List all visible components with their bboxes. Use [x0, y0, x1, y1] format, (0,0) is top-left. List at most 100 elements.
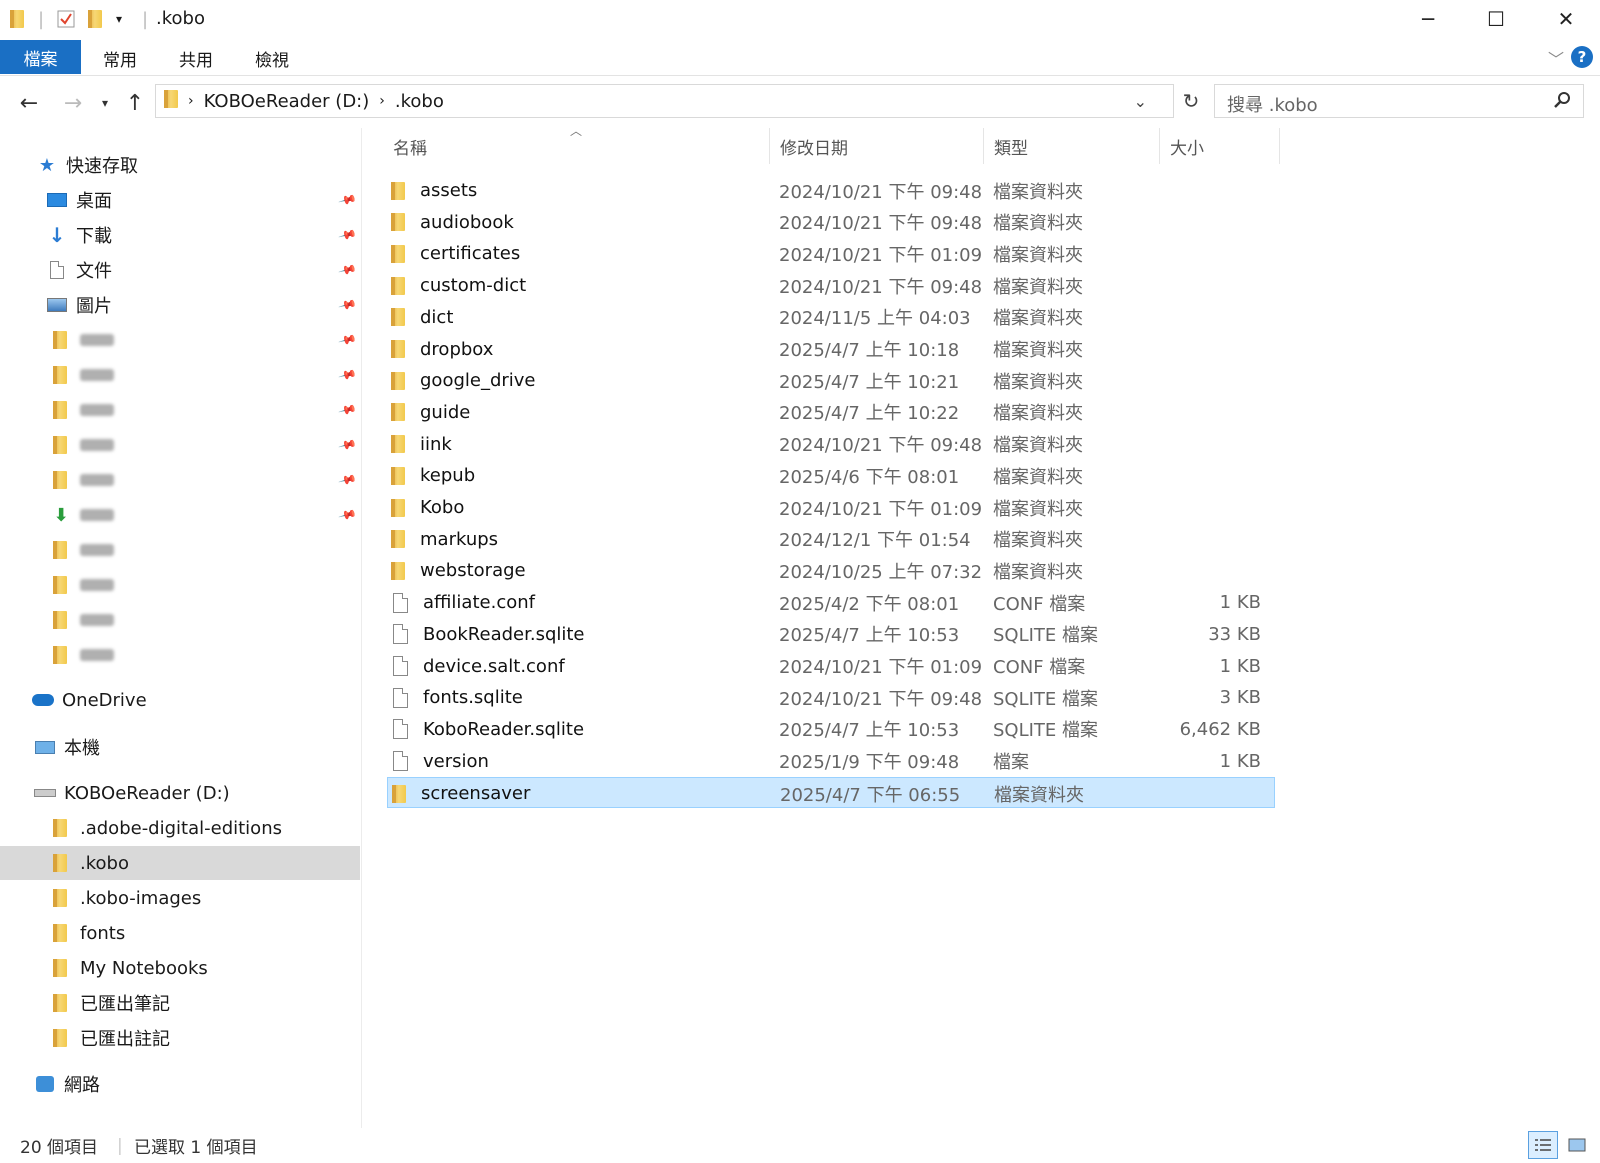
- file-row[interactable]: audiobook 2024/10/21 下午 09:48 檔案資料夾: [387, 207, 1275, 238]
- tab-file[interactable]: 檔案: [0, 40, 81, 74]
- nav-pinned-documents[interactable]: 文件 📌: [0, 253, 360, 287]
- tab-home[interactable]: 常用: [90, 41, 150, 75]
- file-row[interactable]: version 2025/1/9 下午 09:48 檔案 1 KB: [387, 746, 1275, 777]
- nav-quick-access[interactable]: ★ 快速存取: [0, 148, 360, 182]
- search-input[interactable]: 搜尋 .kobo: [1214, 84, 1584, 118]
- up-button[interactable]: ↑: [120, 88, 150, 118]
- nav-onedrive[interactable]: OneDrive: [0, 683, 360, 717]
- file-row[interactable]: dropbox 2025/4/7 上午 10:18 檔案資料夾: [387, 334, 1275, 365]
- recent-locations-button[interactable]: ▾: [96, 88, 114, 118]
- forward-button[interactable]: →: [58, 88, 88, 118]
- file-date: 2025/1/9 下午 09:48: [779, 752, 960, 774]
- nav-drive-folder[interactable]: My Notebooks: [0, 951, 360, 985]
- pin-icon[interactable]: 📌: [338, 400, 358, 420]
- column-header-type[interactable]: 類型: [986, 128, 1160, 164]
- minimize-button[interactable]: ─: [1394, 0, 1462, 38]
- file-name-cell: KoboReader.sqlite: [393, 714, 584, 745]
- pin-icon[interactable]: 📌: [338, 330, 358, 350]
- file-row[interactable]: Kobo 2024/10/21 下午 01:09 檔案資料夾: [387, 492, 1275, 523]
- nav-recent-folder[interactable]: [0, 603, 360, 637]
- folder-icon: [391, 244, 405, 263]
- address-bar[interactable]: › KOBOeReader (D:) › .kobo ⌄: [155, 84, 1174, 118]
- column-header-date[interactable]: 修改日期: [772, 128, 984, 164]
- file-row[interactable]: certificates 2024/10/21 下午 01:09 檔案資料夾: [387, 238, 1275, 269]
- help-icon[interactable]: ?: [1571, 46, 1593, 68]
- pin-icon[interactable]: 📌: [338, 505, 358, 525]
- nav-recent-folder[interactable]: [0, 533, 360, 567]
- details-view-icon[interactable]: [1528, 1131, 1558, 1159]
- pin-icon[interactable]: 📌: [338, 435, 358, 455]
- file-row[interactable]: device.salt.conf 2024/10/21 下午 01:09 CONF …: [387, 651, 1275, 682]
- address-dropdown-icon[interactable]: ⌄: [1134, 85, 1147, 117]
- customize-quick-access-icon[interactable]: ▾: [116, 8, 122, 30]
- nav-pinned-pictures[interactable]: 圖片 📌: [0, 288, 360, 322]
- expand-ribbon-icon[interactable]: ﹀: [1548, 46, 1564, 70]
- column-header-name[interactable]: 名稱: [385, 128, 770, 164]
- nav-network[interactable]: 網路: [0, 1067, 360, 1101]
- nav-drive-folder[interactable]: .adobe-digital-editions: [0, 811, 360, 845]
- file-row[interactable]: assets 2024/10/21 下午 09:48 檔案資料夾: [387, 175, 1275, 206]
- breadcrumb-current[interactable]: .kobo: [395, 91, 444, 112]
- nav-drive-folder[interactable]: 已匯出註記: [0, 1021, 360, 1055]
- status-bar: 20 個項目 | 已選取 1 個項目: [0, 1128, 1600, 1163]
- file-row[interactable]: guide 2025/4/7 上午 10:22 檔案資料夾: [387, 397, 1275, 428]
- nav-drive-folder[interactable]: 已匯出筆記: [0, 986, 360, 1020]
- breadcrumb-chevron-icon[interactable]: ›: [188, 93, 194, 109]
- tab-view[interactable]: 檢視: [242, 41, 302, 75]
- file-date: 2025/4/6 下午 08:01: [779, 466, 960, 488]
- file-row[interactable]: dict 2024/11/5 上午 04:03 檔案資料夾: [387, 302, 1275, 333]
- breadcrumb-drive[interactable]: KOBOeReader (D:): [204, 91, 370, 112]
- nav-drive-folder-selected[interactable]: .kobo: [0, 846, 360, 880]
- refresh-button[interactable]: ↻: [1176, 84, 1206, 118]
- file-name: Kobo: [420, 497, 465, 518]
- new-folder-icon[interactable]: [88, 8, 102, 30]
- nav-pinned-folder[interactable]: ⬇ 📌: [0, 498, 360, 532]
- nav-pinned-folder[interactable]: 📌: [0, 463, 360, 497]
- file-row[interactable]: custom-dict 2024/10/21 下午 09:48 檔案資料夾: [387, 270, 1275, 301]
- nav-drive-folder[interactable]: fonts: [0, 916, 360, 950]
- nav-drive[interactable]: KOBOeReader (D:): [0, 776, 360, 810]
- file-row[interactable]: markups 2024/12/1 下午 01:54 檔案資料夾: [387, 524, 1275, 555]
- column-header-size[interactable]: 大小: [1162, 128, 1280, 164]
- nav-this-pc[interactable]: 本機: [0, 730, 360, 764]
- nav-recent-folder[interactable]: [0, 638, 360, 672]
- nav-pinned-downloads[interactable]: ↓ 下載 📌: [0, 218, 360, 252]
- file-row-selected[interactable]: screensaver 2025/4/7 下午 06:55 檔案資料夾: [387, 777, 1275, 809]
- file-row[interactable]: BookReader.sqlite 2025/4/7 上午 10:53 SQLITE…: [387, 619, 1275, 650]
- file-name: kepub: [420, 465, 476, 487]
- nav-pinned-folder[interactable]: 📌: [0, 428, 360, 462]
- close-button[interactable]: ✕: [1532, 0, 1600, 38]
- file-row[interactable]: KoboReader.sqlite 2025/4/7 上午 10:53 SQLITE…: [387, 714, 1275, 745]
- pin-icon[interactable]: 📌: [338, 260, 358, 280]
- pin-icon[interactable]: 📌: [338, 470, 358, 490]
- large-icons-view-icon[interactable]: [1562, 1131, 1592, 1159]
- file-date: 2024/10/21 下午 09:48: [779, 276, 983, 298]
- nav-pinned-desktop[interactable]: 桌面 📌: [0, 183, 360, 217]
- breadcrumb-chevron-icon[interactable]: ›: [379, 93, 385, 109]
- file-name-cell: screensaver: [392, 778, 530, 809]
- folder-icon: [50, 366, 72, 384]
- search-icon[interactable]: [1553, 91, 1571, 114]
- nav-recent-folder[interactable]: [0, 568, 360, 602]
- folder-icon: [50, 924, 72, 942]
- properties-icon[interactable]: [56, 8, 76, 30]
- file-row[interactable]: fonts.sqlite 2024/10/21 下午 09:48 SQLITE 檔案…: [387, 682, 1275, 713]
- tab-share[interactable]: 共用: [166, 41, 226, 75]
- pin-icon[interactable]: 📌: [338, 295, 358, 315]
- file-row[interactable]: kepub 2025/4/6 下午 08:01 檔案資料夾: [387, 460, 1275, 491]
- file-row[interactable]: webstorage 2024/10/25 上午 07:32 檔案資料夾: [387, 555, 1275, 586]
- pin-icon[interactable]: 📌: [338, 190, 358, 210]
- file-row[interactable]: google_drive 2025/4/7 上午 10:21 檔案資料夾: [387, 365, 1275, 396]
- file-type: 檔案資料夾: [993, 308, 1083, 330]
- pin-icon[interactable]: 📌: [338, 365, 358, 385]
- file-row[interactable]: affiliate.conf 2025/4/2 下午 08:01 CONF 檔案 1 …: [387, 587, 1275, 618]
- nav-pinned-folder[interactable]: 📌: [0, 393, 360, 427]
- nav-pinned-folder[interactable]: 📌: [0, 323, 360, 357]
- folder-icon: [10, 8, 24, 30]
- back-button[interactable]: ←: [14, 88, 44, 118]
- pin-icon[interactable]: 📌: [338, 225, 358, 245]
- nav-drive-folder[interactable]: .kobo-images: [0, 881, 360, 915]
- file-row[interactable]: iink 2024/10/21 下午 09:48 檔案資料夾: [387, 429, 1275, 460]
- nav-pinned-folder[interactable]: 📌: [0, 358, 360, 392]
- maximize-button[interactable]: ☐: [1462, 0, 1530, 38]
